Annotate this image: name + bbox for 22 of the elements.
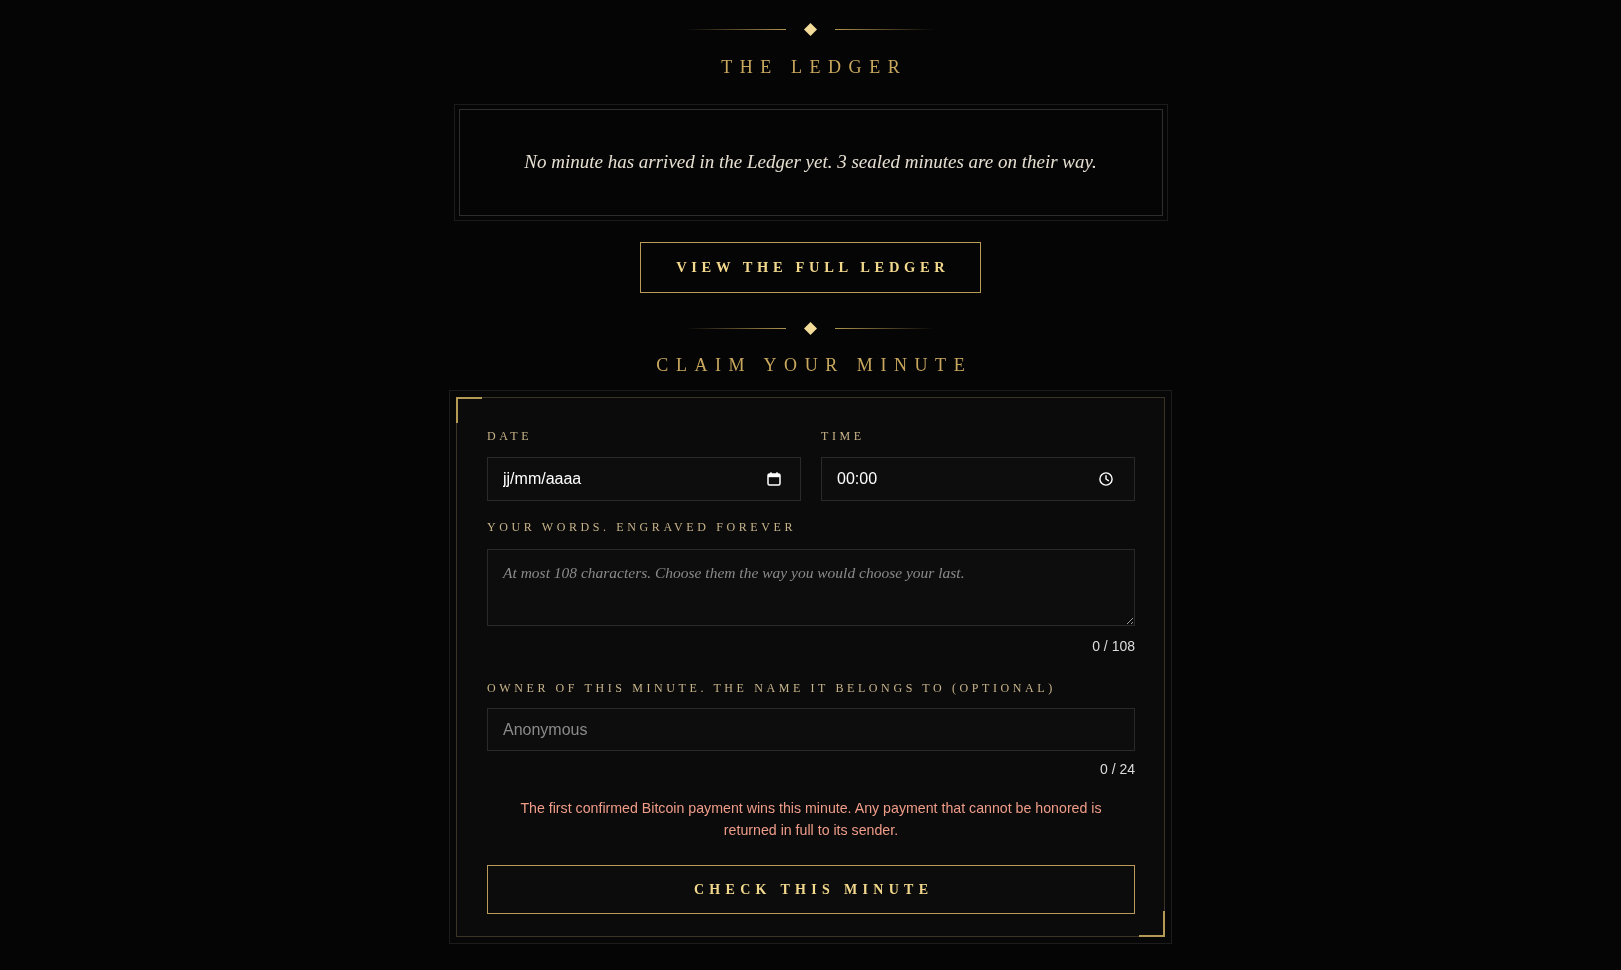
owner-label: OWNER OF THIS MINUTE. THE NAME IT BELONGS TO (OPTIONAL) xyxy=(487,680,1056,696)
corner-ornament-icon xyxy=(456,397,482,423)
time-input[interactable]: 00:00 xyxy=(821,457,1135,501)
view-ledger-button[interactable]: VIEW THE FULL LEDGER xyxy=(640,242,981,293)
owner-input[interactable]: Anonymous xyxy=(487,708,1135,751)
date-label: DATE xyxy=(487,428,533,444)
words-label: YOUR WORDS. ENGRAVED FOREVER xyxy=(487,519,797,535)
ledger-message: No minute has arrived in the Ledger yet. 3 sealed minutes are on their way. xyxy=(524,150,1097,175)
calendar-icon[interactable] xyxy=(767,472,781,486)
time-label: TIME xyxy=(821,428,865,444)
payment-notice: The first confirmed Bitcoin payment wins this minute. Any payment that cannot be honored is returned in full to its sender. xyxy=(519,799,1103,840)
character-counter: 0 / 108 xyxy=(1092,637,1135,656)
date-input[interactable]: jj/mm/aaaa xyxy=(487,457,801,501)
check-minute-button[interactable]: CHECK THIS MINUTE xyxy=(487,865,1135,914)
words-textarea[interactable]: At most 108 characters. Choose them the way you would choose your last. xyxy=(487,549,1135,626)
character-counter: 0 / 24 xyxy=(1099,760,1135,779)
claim-heading: CLAIM YOUR MINUTE xyxy=(655,354,973,377)
clock-icon[interactable] xyxy=(1099,472,1113,486)
diamond-icon xyxy=(804,22,817,36)
ledger-heading: THE LEDGER xyxy=(720,56,908,79)
diamond-icon xyxy=(804,321,817,335)
corner-ornament-icon xyxy=(1139,911,1165,937)
